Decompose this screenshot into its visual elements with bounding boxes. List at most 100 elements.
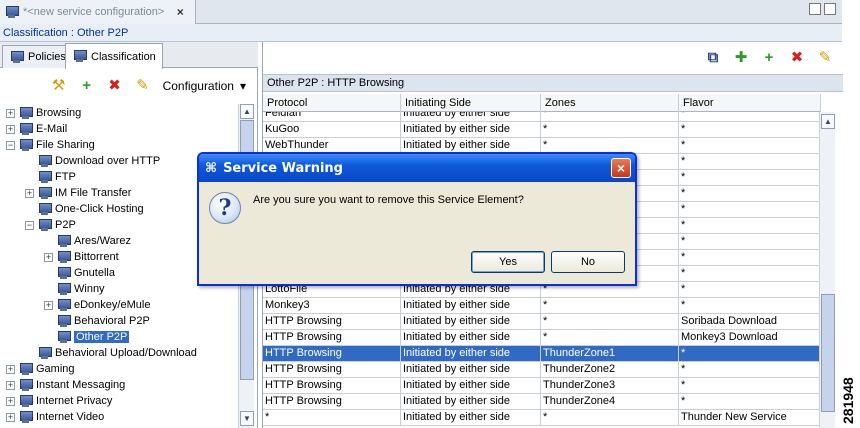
table-row[interactable]: HTTP Browsing Initiated by either side Thu… (263, 394, 821, 410)
tree-item[interactable]: + eDonkey/eMule (44, 297, 150, 313)
table-row[interactable]: HTTP Browsing Initiated by either side Thu… (263, 378, 821, 394)
table-scrollbar[interactable]: ▲ (819, 112, 835, 428)
expand-icon[interactable]: + (6, 364, 15, 374)
tree-item[interactable]: Behavioral P2P (44, 313, 150, 329)
yes-button[interactable]: Yes (471, 251, 545, 273)
delete-icon[interactable]: ✖ (789, 50, 805, 66)
collapse-icon[interactable]: − (25, 220, 34, 230)
service-node-icon (37, 186, 52, 200)
editor-tab[interactable]: *<new service configuration> × (0, 0, 196, 24)
table-cell: * (679, 282, 821, 298)
tree-item[interactable]: + Bittorrent (44, 249, 119, 265)
right-toolbar: ⧉ ✚ + ✖ ✎ (263, 42, 843, 74)
table-row[interactable]: HTTP Browsing Initiated by either side Thu… (263, 362, 821, 378)
breadcrumb-text: Classification : Other P2P (3, 27, 129, 39)
table-cell: Initiated by either side (401, 122, 541, 138)
tree-item[interactable]: + Instant Messaging (6, 377, 125, 393)
refresh-icon[interactable]: ⧉ (705, 50, 721, 66)
add-group-icon[interactable]: ✚ (733, 50, 749, 66)
service-node-icon (37, 154, 52, 168)
add-icon[interactable]: + (79, 78, 95, 94)
figure-id: 281948 (840, 377, 856, 425)
wand-icon[interactable]: ⚒ (51, 78, 67, 94)
column-zones[interactable]: Zones (541, 94, 679, 112)
table-cell: * (679, 170, 821, 186)
expand-icon[interactable]: + (6, 124, 15, 134)
table-cell: Feidian (263, 112, 401, 122)
no-button[interactable]: No (551, 251, 625, 273)
expand-icon[interactable]: + (6, 108, 15, 118)
delete-icon[interactable]: ✖ (107, 78, 123, 94)
column-flavor[interactable]: Flavor (679, 94, 821, 112)
scroll-up-icon[interactable]: ▲ (821, 114, 835, 129)
maximize-icon[interactable] (824, 3, 836, 15)
service-node-icon (37, 346, 52, 360)
table-row[interactable]: HTTP Browsing Initiated by either side Thu… (263, 346, 821, 362)
tree-item-label: Internet Video (36, 411, 105, 423)
tree-item-label: Gnutella (74, 267, 115, 279)
scroll-down-icon[interactable]: ▼ (240, 411, 254, 426)
tree-item[interactable]: + Gaming (6, 361, 75, 377)
expand-icon[interactable]: + (25, 188, 34, 198)
tree-item[interactable]: Gnutella (44, 265, 115, 281)
table-row[interactable]: Monkey3 Initiated by either side * * (263, 298, 821, 314)
edit-icon[interactable]: ✎ (817, 50, 833, 66)
tree-item[interactable]: + Internet Video (6, 409, 104, 425)
column-protocol[interactable]: Protocol (263, 94, 401, 112)
tab-classification[interactable]: Classification (65, 43, 163, 69)
minimize-icon[interactable] (809, 3, 821, 15)
tree-item[interactable]: + E-Mail (6, 121, 67, 137)
tab-policies-label: Policies (28, 51, 66, 63)
collapse-icon[interactable]: − (6, 140, 15, 150)
tree-item[interactable]: Other P2P (44, 329, 130, 345)
tree-item[interactable]: − File Sharing (6, 137, 95, 153)
tree-item[interactable]: + Internet Privacy (6, 393, 112, 409)
table-cell: Initiated by either side (401, 112, 541, 122)
table-row[interactable]: KuGoo Initiated by either side * * (263, 122, 821, 138)
tree-item-label: Ares/Warez (74, 235, 132, 247)
table-row[interactable]: HTTP Browsing Initiated by either side * Mo… (263, 330, 821, 346)
scroll-thumb[interactable] (821, 294, 835, 412)
edit-icon[interactable]: ✎ (135, 78, 151, 94)
question-icon: ? (209, 192, 241, 224)
tree-item[interactable]: − P2P (25, 217, 76, 233)
table-cell: ThunderZone1 (541, 346, 679, 362)
close-icon[interactable]: × (611, 158, 631, 178)
service-node-icon (56, 298, 71, 312)
tree-item[interactable]: One-Click Hosting (25, 201, 144, 217)
add-icon[interactable]: + (761, 50, 777, 66)
app-icon: ⌘ (205, 160, 218, 175)
tree-item-label: Internet Privacy (36, 395, 113, 407)
column-initiating-side[interactable]: Initiating Side (401, 94, 541, 112)
tree-item[interactable]: Ares/Warez (44, 233, 131, 249)
tree-item[interactable]: + Browsing (6, 105, 81, 121)
tree-item[interactable]: FTP (25, 169, 76, 185)
close-icon[interactable]: × (174, 6, 186, 18)
scroll-up-icon[interactable]: ▲ (240, 104, 254, 119)
tree-item[interactable]: + IM File Transfer (25, 185, 131, 201)
tab-policies[interactable]: Policies (2, 45, 73, 68)
expand-icon[interactable]: + (44, 252, 53, 262)
table-cell: * (679, 250, 821, 266)
tree-item[interactable]: Download over HTTP (25, 153, 160, 169)
expand-icon[interactable]: + (6, 396, 15, 406)
table-row[interactable]: * Initiated by either side * Thunder New Se… (263, 410, 821, 426)
table-row[interactable]: HTTP Browsing Initiated by either side * So… (263, 314, 821, 330)
expand-icon[interactable]: + (6, 380, 15, 390)
tree-item[interactable]: Behavioral Upload/Download (25, 345, 197, 361)
dialog-titlebar[interactable]: ⌘ Service Warning × (199, 154, 635, 182)
expand-icon[interactable]: + (44, 300, 53, 310)
service-node-icon (37, 202, 52, 216)
table-cell: * (541, 298, 679, 314)
configuration-menu[interactable]: Configuration ▾ (163, 79, 246, 93)
tree-item[interactable]: Winny (44, 281, 105, 297)
table-cell: Thunder New Service (679, 410, 821, 426)
table-cell: * (679, 298, 821, 314)
service-node-icon (56, 250, 71, 264)
table-cell: Initiated by either side (401, 346, 541, 362)
expand-icon[interactable]: + (6, 412, 15, 422)
tree-item-label: Other P2P (74, 331, 130, 343)
tree-item-label: Instant Messaging (36, 379, 126, 391)
table-row[interactable]: Feidian Initiated by either side * * (263, 112, 821, 122)
table-cell: * (679, 362, 821, 378)
